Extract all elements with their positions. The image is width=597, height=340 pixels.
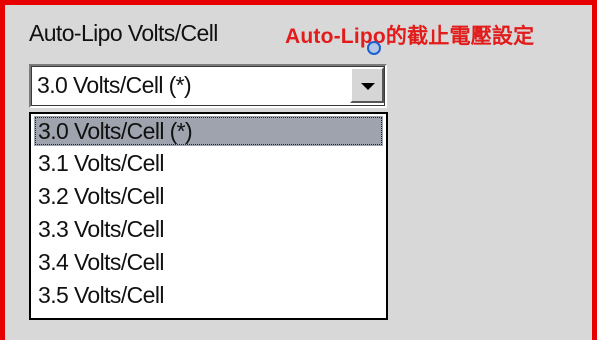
dropdown-toggle-button[interactable] [350, 67, 384, 103]
volts-per-cell-options-list[interactable]: 3.0 Volts/Cell (*) 3.1 Volts/Cell 3.2 Vo… [29, 112, 388, 320]
chevron-down-icon [361, 83, 375, 90]
mouse-cursor-icon [367, 41, 381, 55]
volts-per-cell-select[interactable]: 3.0 Volts/Cell (*) [29, 64, 387, 108]
cutoff-voltage-annotation: Auto-Lipo的截止電壓設定 [285, 25, 535, 48]
option-3-4-volts[interactable]: 3.4 Volts/Cell [34, 247, 383, 277]
option-3-2-volts[interactable]: 3.2 Volts/Cell [34, 181, 383, 211]
option-3-0-volts[interactable]: 3.0 Volts/Cell (*) [34, 116, 383, 146]
select-current-value: 3.0 Volts/Cell (*) [37, 72, 192, 98]
option-3-5-volts[interactable]: 3.5 Volts/Cell [34, 280, 383, 310]
option-3-1-volts[interactable]: 3.1 Volts/Cell [34, 148, 383, 178]
option-3-3-volts[interactable]: 3.3 Volts/Cell [34, 214, 383, 244]
volts-per-cell-label: Auto-Lipo Volts/Cell [29, 20, 218, 46]
